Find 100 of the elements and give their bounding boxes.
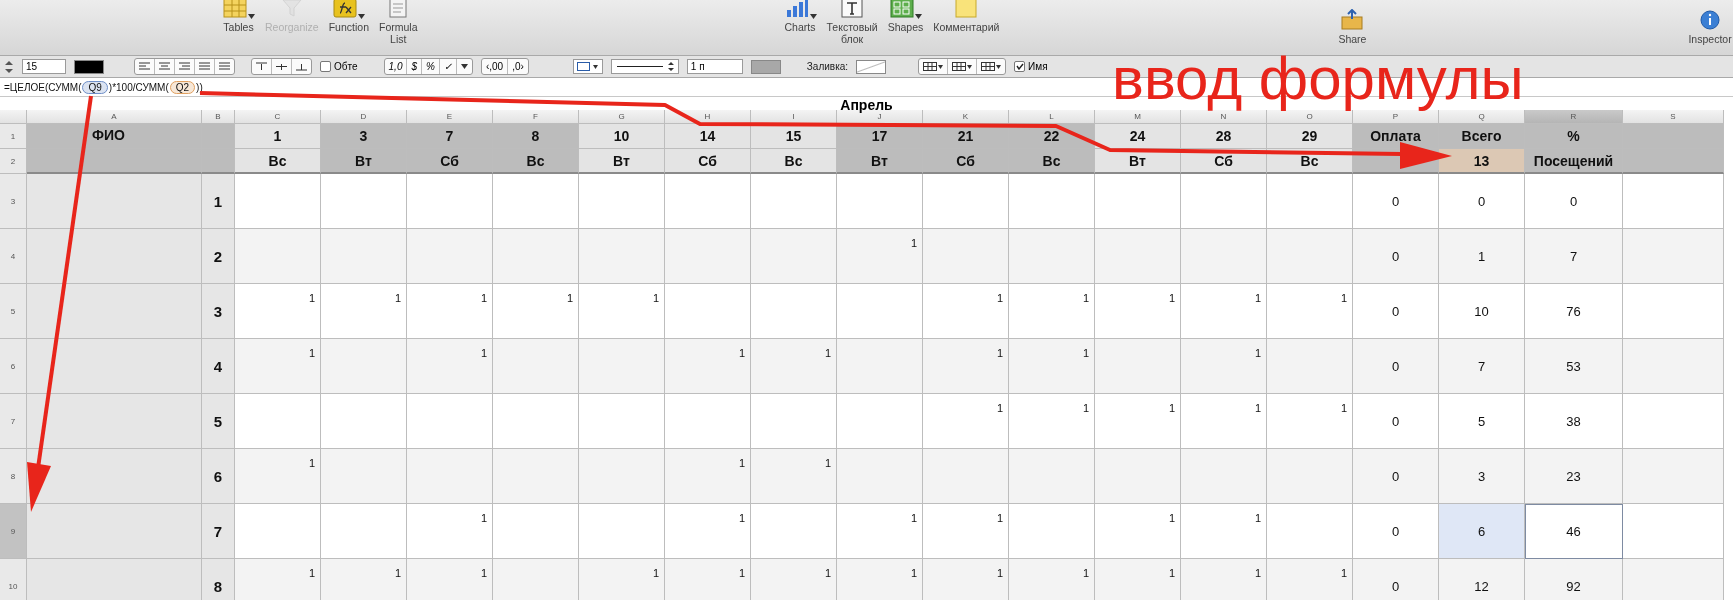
- column-header[interactable]: B: [202, 110, 235, 124]
- line-style-button[interactable]: [610, 59, 679, 74]
- table-cell: 0: [1353, 339, 1439, 394]
- table-cell: 1: [1009, 394, 1095, 449]
- table-cell[interactable]: 3: [1439, 449, 1525, 504]
- column-header[interactable]: N: [1181, 110, 1267, 124]
- table-cell[interactable]: 12: [1439, 559, 1525, 600]
- table-cell[interactable]: 5: [1439, 394, 1525, 449]
- stepper-icon[interactable]: [4, 58, 14, 75]
- table-cell[interactable]: 38: [1525, 394, 1623, 449]
- stroke-color-swatch[interactable]: [750, 59, 781, 74]
- column-header[interactable]: C: [235, 110, 321, 124]
- column-header[interactable]: P: [1353, 110, 1439, 124]
- table-cell[interactable]: 7: [1525, 229, 1623, 284]
- table-cell[interactable]: 0: [1439, 174, 1525, 229]
- toolbar-button[interactable]: Shapes: [885, 0, 926, 45]
- table-cell: 1: [1009, 559, 1095, 600]
- table-cell: 0: [1353, 504, 1439, 559]
- toolbar-button[interactable]: Комментарий: [931, 0, 1002, 45]
- fill-swatch[interactable]: [856, 59, 887, 74]
- annotation-text: ввод формулы: [1112, 49, 1524, 109]
- fill-label: Заливка:: [806, 61, 849, 72]
- dropdown-caret-icon: [460, 64, 468, 69]
- button-group[interactable]: ‹,00 ,0›: [480, 58, 529, 75]
- table-cell: 0: [1353, 449, 1439, 504]
- column-header[interactable]: M: [1095, 110, 1181, 124]
- table-cell: 1: [923, 559, 1009, 600]
- table-cell: 1: [1267, 284, 1353, 339]
- row-header[interactable]: 8: [0, 449, 27, 504]
- toolbar-button[interactable]: Share: [1336, 9, 1369, 45]
- number-format-button[interactable]: $: [407, 59, 422, 74]
- table-cell[interactable]: 7: [1439, 339, 1525, 394]
- button-group[interactable]: [251, 58, 312, 75]
- table-cell[interactable]: 1: [1439, 229, 1525, 284]
- table-cell: 1: [1181, 339, 1267, 394]
- column-header[interactable]: D: [321, 110, 407, 124]
- table-cell: 1: [1267, 394, 1353, 449]
- button-group[interactable]: 1,0 $ % ✓: [383, 58, 473, 75]
- table-header-cell: Вт: [321, 149, 407, 174]
- row-header[interactable]: 1: [0, 124, 27, 149]
- table-header-cell: Сб: [407, 149, 493, 174]
- table-cell: 1: [1181, 504, 1267, 559]
- font-size-field[interactable]: 15: [22, 59, 66, 74]
- column-header[interactable]: K: [923, 110, 1009, 124]
- table-cell: 1: [321, 559, 407, 600]
- table-cell[interactable]: 92: [1525, 559, 1623, 600]
- table-header-cell: 10: [579, 124, 665, 149]
- row-header[interactable]: 6: [0, 339, 27, 394]
- toolbar-button[interactable]: Charts: [781, 0, 819, 45]
- table-header-cell: Вт: [579, 149, 665, 174]
- toolbar-button[interactable]: Function: [326, 0, 371, 45]
- row-header[interactable]: 3: [0, 174, 27, 229]
- row-header[interactable]: 4: [0, 229, 27, 284]
- checkbox[interactable]: Имя: [1014, 61, 1048, 72]
- decimal-button[interactable]: ‹,00: [481, 59, 509, 74]
- table-cell[interactable]: 6: [1439, 504, 1525, 559]
- toolbar-button[interactable]: Tables: [220, 0, 257, 45]
- table-cell: 1: [579, 284, 665, 339]
- column-header[interactable]: I: [751, 110, 837, 124]
- text-color-swatch[interactable]: [74, 59, 104, 74]
- column-header[interactable]: S: [1623, 110, 1724, 124]
- border-style-button[interactable]: [572, 59, 603, 74]
- table-cell[interactable]: 46: [1525, 504, 1623, 559]
- toolbar-button[interactable]: Formula List: [377, 0, 420, 45]
- stroke-width-field[interactable]: 1 п: [686, 59, 743, 74]
- column-header[interactable]: F: [493, 110, 579, 124]
- checkbox[interactable]: Обте: [320, 61, 358, 72]
- column-header[interactable]: A: [27, 110, 202, 124]
- table-header-cell: ФИО: [27, 124, 202, 149]
- column-header[interactable]: Q: [1439, 110, 1525, 124]
- table-cell[interactable]: 53: [1525, 339, 1623, 394]
- inspector-button[interactable]: Inspector: [1686, 9, 1733, 45]
- table-cell[interactable]: 23: [1525, 449, 1623, 504]
- table-cell: 1: [1095, 559, 1181, 600]
- number-format-button[interactable]: %: [422, 59, 440, 74]
- table-cell: 0: [1353, 394, 1439, 449]
- column-header[interactable]: R: [1525, 110, 1623, 124]
- decimal-button[interactable]: ,0›: [508, 59, 528, 74]
- row-header[interactable]: 5: [0, 284, 27, 339]
- column-header[interactable]: G: [579, 110, 665, 124]
- number-format-button[interactable]: ✓: [439, 59, 457, 74]
- row-header[interactable]: 2: [0, 149, 27, 174]
- toolbar-button[interactable]: Текстовый блок: [824, 0, 880, 45]
- table-cell[interactable]: 76: [1525, 284, 1623, 339]
- column-header[interactable]: O: [1267, 110, 1353, 124]
- align-center-icon: [159, 62, 170, 71]
- button-group[interactable]: [918, 58, 1007, 75]
- table-cell: 1: [665, 504, 751, 559]
- table-footer-icon: [981, 62, 1002, 71]
- number-format-button[interactable]: 1,0: [384, 59, 408, 74]
- table-cell: 1: [493, 284, 579, 339]
- column-header[interactable]: E: [407, 110, 493, 124]
- row-header[interactable]: 9: [0, 504, 27, 559]
- table-cell[interactable]: 0: [1525, 174, 1623, 229]
- table-cell: 1: [1095, 504, 1181, 559]
- row-header[interactable]: 7: [0, 394, 27, 449]
- column-header[interactable]: L: [1009, 110, 1095, 124]
- table-cell[interactable]: 10: [1439, 284, 1525, 339]
- table-cell: 6: [202, 449, 235, 504]
- row-header[interactable]: 10: [0, 559, 27, 600]
